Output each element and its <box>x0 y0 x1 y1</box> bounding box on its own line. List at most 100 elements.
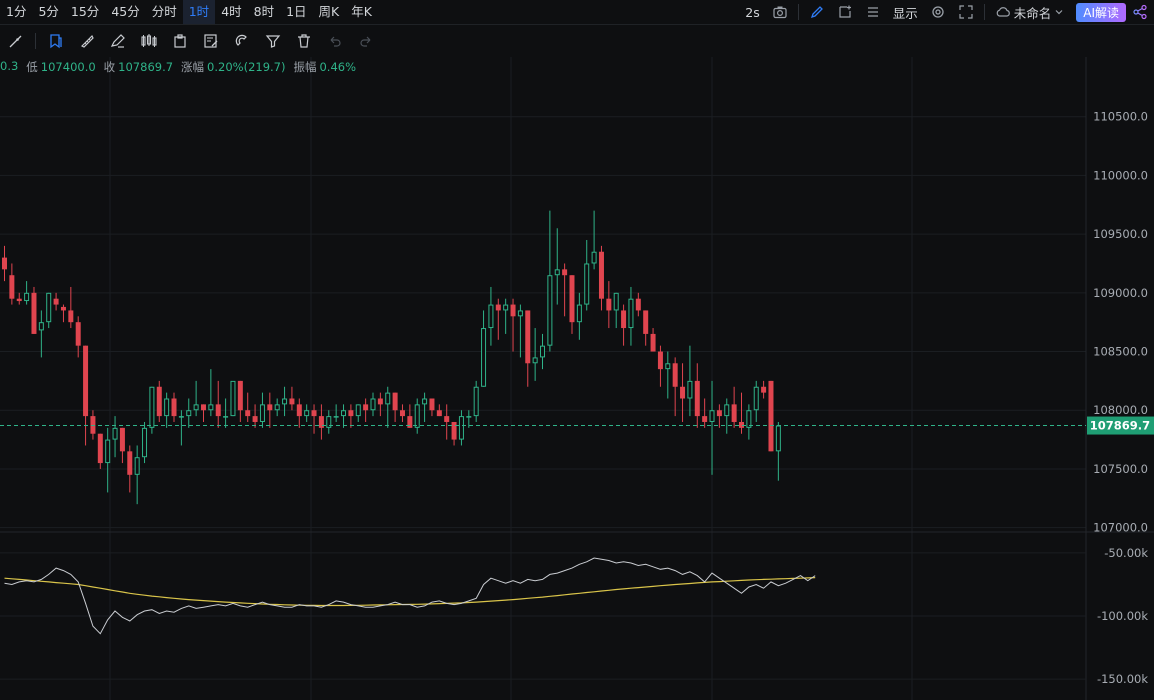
candle-body <box>392 392 398 411</box>
candle-body <box>304 410 310 417</box>
candle-body <box>554 269 560 276</box>
price-tick-label: 110000.0 <box>1093 168 1148 182</box>
candle-body <box>584 263 590 305</box>
interval-tab-5[interactable]: 1时 <box>182 0 216 24</box>
gear-icon[interactable] <box>924 0 952 24</box>
interval-list: 1分 5分 15分 45分 分时 1时 4时 8时 1日 周K 年K <box>0 0 378 24</box>
candle-body <box>407 416 413 428</box>
amplitude-label: 振幅 <box>293 60 317 74</box>
cloud-icon <box>996 7 1010 17</box>
fullscreen-icon[interactable] <box>952 0 980 24</box>
candle-body <box>716 410 722 417</box>
candle-body <box>606 298 612 311</box>
candle-body <box>370 398 376 411</box>
interval-tab-7[interactable]: 8时 <box>248 0 280 24</box>
clipboard-icon[interactable] <box>164 25 195 57</box>
brush-tool-icon[interactable] <box>0 25 31 57</box>
candle-body <box>569 275 575 323</box>
high-value-tail: 0.3 <box>0 59 19 73</box>
add-window-icon[interactable] <box>831 0 859 24</box>
candle-body <box>164 398 170 417</box>
pencil-icon[interactable] <box>102 25 133 57</box>
interval-tab-4[interactable]: 分时 <box>146 0 183 24</box>
divider <box>35 33 36 49</box>
candle-body <box>193 404 199 411</box>
candle-body <box>9 275 15 299</box>
candle-body <box>385 392 391 405</box>
drawing-toolbar <box>0 25 1154 58</box>
candle-body <box>657 351 663 370</box>
price-tick-label: 108000.0 <box>1093 403 1148 417</box>
share-icon[interactable] <box>1132 0 1154 24</box>
candle-body <box>377 398 383 405</box>
candle-body <box>775 425 781 452</box>
candle-body <box>105 439 111 464</box>
candle-body <box>635 298 641 311</box>
indicator-tick-label: -50.00k <box>1104 546 1148 560</box>
interval-toolbar: 1分 5分 15分 45分 分时 1时 4时 8时 1日 周K 年K 2s 显示 未命名 AI解读 <box>0 0 1154 25</box>
divider <box>797 4 799 20</box>
candle-body <box>576 304 582 323</box>
candle-body <box>414 404 420 428</box>
interval-tab-10[interactable]: 年K <box>345 0 378 24</box>
interval-tab-3[interactable]: 45分 <box>105 0 145 24</box>
candle-body <box>156 386 162 417</box>
interval-tab-9[interactable]: 周K <box>313 0 346 24</box>
undo-icon[interactable] <box>319 25 350 57</box>
display-button[interactable]: 显示 <box>887 0 924 24</box>
interval-tab-6[interactable]: 4时 <box>215 0 247 24</box>
candle-body <box>422 398 428 405</box>
trash-icon[interactable] <box>288 25 319 57</box>
candle-body <box>458 416 464 440</box>
candle-body <box>171 398 177 417</box>
price-tick-label: 108500.0 <box>1093 345 1148 359</box>
candle-body <box>488 304 494 329</box>
list-icon[interactable] <box>859 0 887 24</box>
candle-body <box>296 404 302 417</box>
candle-body <box>53 298 59 305</box>
candle-body <box>665 363 671 370</box>
candle-body <box>119 427 125 452</box>
candle-body <box>451 421 457 440</box>
interval-tab-2[interactable]: 15分 <box>65 0 105 24</box>
candle-body <box>75 322 81 346</box>
interval-tab-0[interactable]: 1分 <box>0 0 32 24</box>
filter-icon[interactable] <box>257 25 288 57</box>
candle-body <box>2 257 7 270</box>
ruler-icon[interactable] <box>71 25 102 57</box>
change-label: 涨幅 <box>181 60 205 74</box>
candle-body <box>252 416 258 422</box>
candle-body <box>621 310 627 329</box>
candle-body <box>134 457 140 475</box>
candle-body <box>746 410 752 428</box>
candle-body <box>178 416 184 418</box>
candle-body <box>510 304 516 317</box>
redo-icon[interactable] <box>350 25 381 57</box>
candle-body <box>444 416 450 422</box>
interval-tab-8[interactable]: 1日 <box>280 0 312 24</box>
pen-icon[interactable] <box>803 0 831 24</box>
magnet-icon[interactable] <box>226 25 257 57</box>
low-value: 107400.0 <box>40 60 96 74</box>
candle-body <box>333 416 339 418</box>
refresh-rate-button[interactable]: 2s <box>739 0 765 24</box>
candle-body <box>466 416 472 418</box>
candles-icon[interactable] <box>133 25 164 57</box>
candle-body <box>112 427 118 440</box>
ai-interpret-button[interactable]: AI解读 <box>1076 2 1126 22</box>
candle-body <box>429 398 435 411</box>
candle-body <box>90 416 96 434</box>
candle-body <box>399 410 405 417</box>
price-tick-label: 110500.0 <box>1093 110 1148 124</box>
interval-tab-1[interactable]: 5分 <box>32 0 64 24</box>
candle-body <box>680 386 686 399</box>
price-chart[interactable]: 107000.0 107500.0 108000.0 108500.0 109000.0… <box>0 57 1154 700</box>
candle-body <box>289 398 295 405</box>
note-edit-icon[interactable] <box>195 25 226 57</box>
camera-icon[interactable] <box>766 0 794 24</box>
layout-name-dropdown[interactable]: 未命名 <box>989 0 1071 24</box>
indicator-tick-label: -100.00k <box>1097 609 1148 623</box>
bookmark-tool-icon[interactable] <box>40 25 71 57</box>
candle-body <box>60 306 66 311</box>
candle-body <box>24 292 30 302</box>
